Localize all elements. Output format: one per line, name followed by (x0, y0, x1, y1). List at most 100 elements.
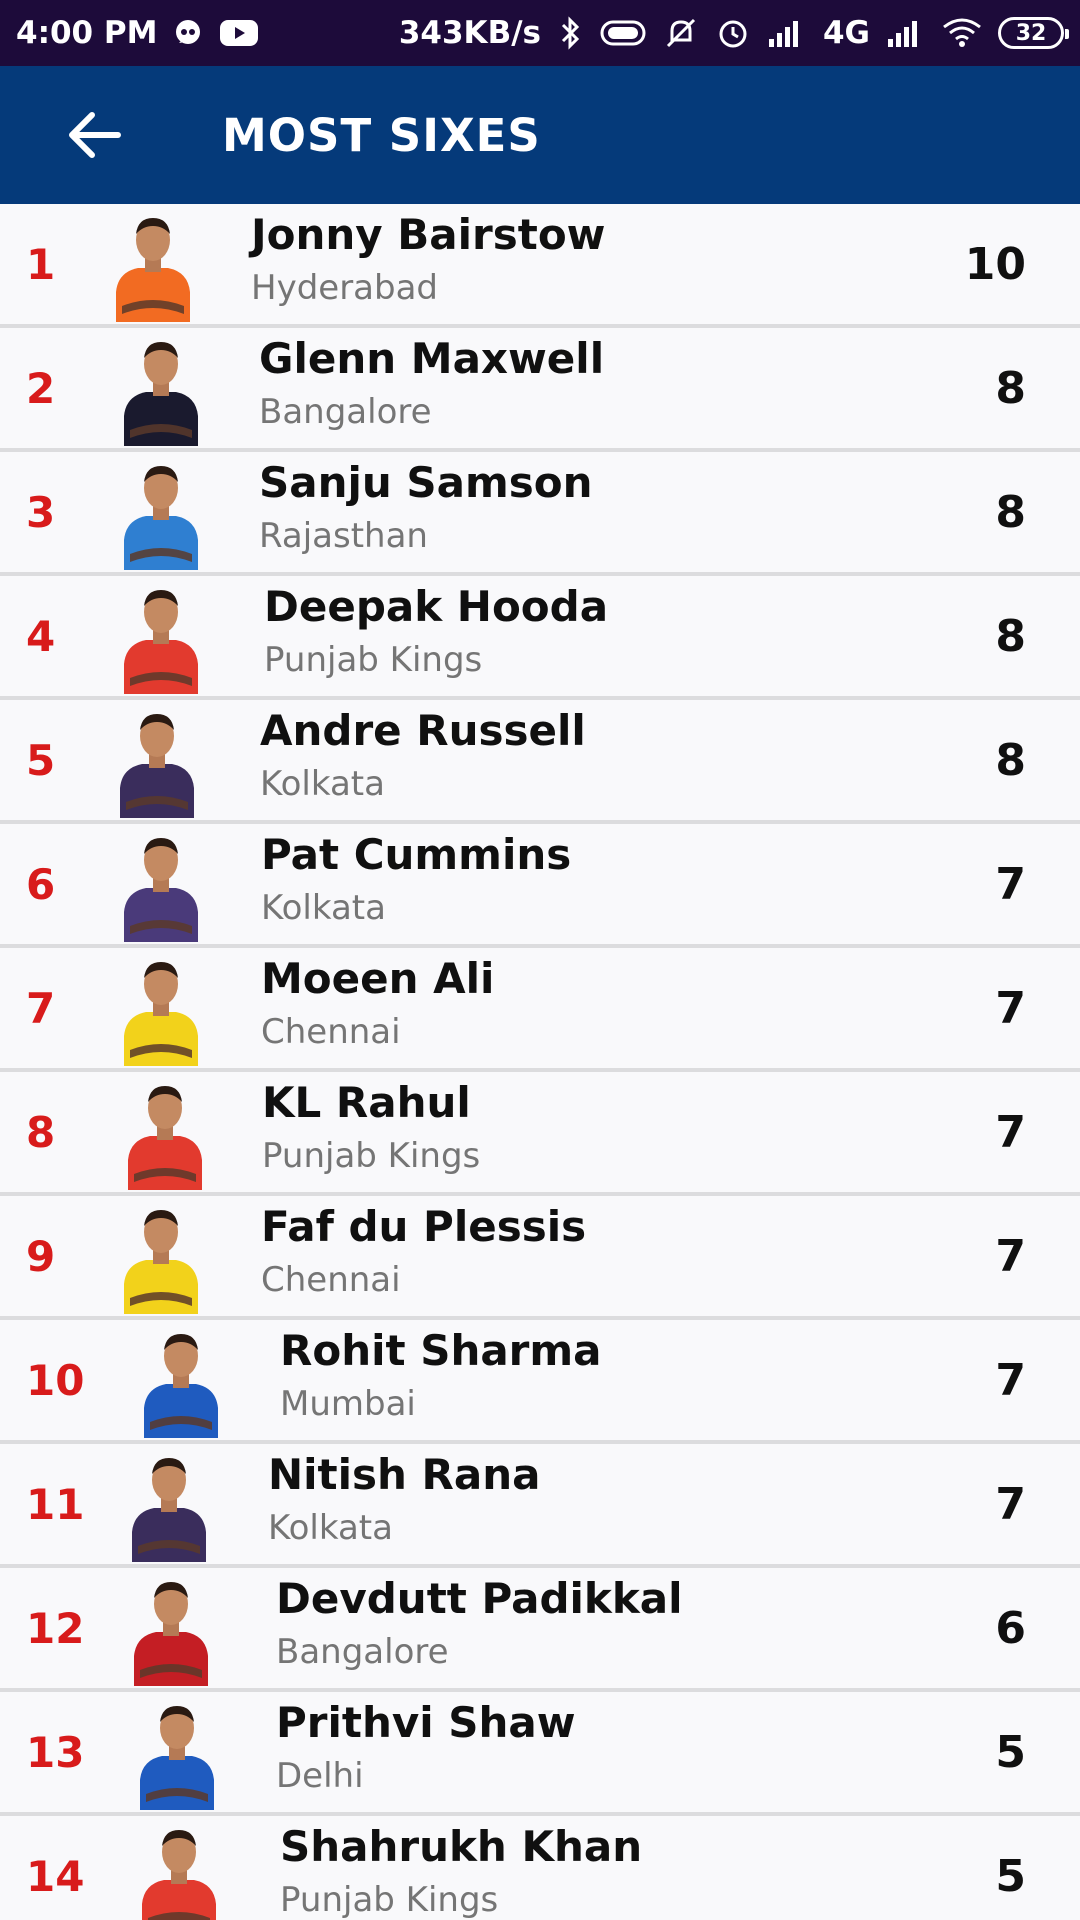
player-avatar (116, 582, 206, 694)
player-team: Bangalore (259, 392, 432, 432)
page-title: MOST SIXES (222, 108, 541, 162)
player-rank: 12 (26, 1603, 85, 1653)
player-row[interactable]: 13 Prithvi Shaw Delhi 5 (0, 1692, 1080, 1816)
signal-icon (767, 13, 807, 53)
back-button[interactable] (58, 99, 130, 171)
player-row[interactable]: 12 Devdutt Padikkal Bangalore 6 (0, 1568, 1080, 1692)
player-team: Punjab Kings (262, 1136, 481, 1176)
player-team: Delhi (276, 1756, 364, 1796)
player-avatar (112, 706, 202, 818)
sixes-count: 5 (995, 1726, 1026, 1778)
sixes-count: 5 (995, 1850, 1026, 1902)
player-row[interactable]: 9 Faf du Plessis Chennai 7 (0, 1196, 1080, 1320)
player-row[interactable]: 1 Jonny Bairstow Hyderabad 10 (0, 204, 1080, 328)
arrow-left-icon (69, 112, 121, 158)
chat-icon (171, 13, 205, 53)
app-bar: MOST SIXES (0, 66, 1080, 204)
player-name: KL Rahul (262, 1078, 471, 1127)
player-avatar (132, 1698, 222, 1810)
player-name: Sanju Samson (259, 458, 593, 507)
player-rank: 5 (26, 735, 56, 785)
player-team: Kolkata (261, 888, 386, 928)
player-row[interactable]: 10 Rohit Sharma Mumbai 7 (0, 1320, 1080, 1444)
player-name: Nitish Rana (268, 1450, 541, 1499)
player-name: Prithvi Shaw (276, 1698, 576, 1747)
player-rank: 8 (26, 1107, 56, 1157)
vibrate-icon (599, 13, 647, 53)
battery-icon: 32 (998, 17, 1069, 49)
player-row[interactable]: 14 Shahrukh Khan Punjab Kings 5 (0, 1816, 1080, 1920)
sixes-count: 10 (964, 238, 1026, 290)
player-avatar (134, 1822, 224, 1920)
player-name: Shahrukh Khan (280, 1822, 643, 1871)
player-team: Chennai (261, 1012, 401, 1052)
player-rank: 4 (26, 611, 56, 661)
player-row[interactable]: 8 KL Rahul Punjab Kings 7 (0, 1072, 1080, 1196)
status-bar: 4:00 PM 343KB/s 4G 32 (0, 0, 1080, 66)
player-avatar (116, 334, 206, 446)
player-rank: 10 (26, 1355, 85, 1405)
bluetooth-icon (557, 13, 583, 53)
player-avatar (124, 1450, 214, 1562)
player-row[interactable]: 5 Andre Russell Kolkata 8 (0, 700, 1080, 824)
player-rank: 1 (26, 239, 56, 289)
sixes-count: 7 (995, 1106, 1026, 1158)
player-rank: 7 (26, 983, 56, 1033)
player-row[interactable]: 7 Moeen Ali Chennai 7 (0, 948, 1080, 1072)
youtube-icon (219, 13, 259, 53)
player-row[interactable]: 3 Sanju Samson Rajasthan 8 (0, 452, 1080, 576)
player-avatar (116, 458, 206, 570)
sixes-count: 7 (995, 982, 1026, 1034)
player-avatar (116, 954, 206, 1066)
signal-icon-2 (886, 13, 926, 53)
player-name: Deepak Hooda (264, 582, 609, 631)
player-team: Chennai (261, 1260, 401, 1300)
sixes-count: 7 (995, 1354, 1026, 1406)
sixes-count: 7 (995, 858, 1026, 910)
player-rank: 9 (26, 1231, 56, 1281)
player-team: Mumbai (280, 1384, 416, 1424)
network-type: 4G (822, 15, 870, 51)
player-team: Rajasthan (259, 516, 428, 556)
alarm-icon (715, 13, 751, 53)
player-name: Glenn Maxwell (259, 334, 605, 383)
player-rank: 13 (26, 1727, 85, 1777)
player-team: Bangalore (276, 1632, 449, 1672)
player-name: Devdutt Padikkal (276, 1574, 683, 1623)
player-rank: 14 (26, 1851, 85, 1901)
sixes-count: 8 (995, 610, 1026, 662)
sixes-count: 8 (995, 734, 1026, 786)
player-name: Faf du Plessis (261, 1202, 587, 1251)
sixes-count: 7 (995, 1478, 1026, 1530)
player-team: Punjab Kings (280, 1880, 499, 1920)
player-avatar (136, 1326, 226, 1438)
player-avatar (126, 1574, 216, 1686)
clock: 4:00 PM (16, 15, 158, 51)
player-rank: 3 (26, 487, 56, 537)
player-avatar (108, 210, 198, 322)
sixes-count: 7 (995, 1230, 1026, 1282)
player-team: Kolkata (260, 764, 385, 804)
player-row[interactable]: 11 Nitish Rana Kolkata 7 (0, 1444, 1080, 1568)
player-name: Moeen Ali (261, 954, 495, 1003)
player-rank: 2 (26, 363, 56, 413)
player-row[interactable]: 2 Glenn Maxwell Bangalore 8 (0, 328, 1080, 452)
player-rank: 11 (26, 1479, 85, 1529)
wifi-icon (942, 13, 982, 53)
player-avatar (116, 830, 206, 942)
player-avatar (116, 1202, 206, 1314)
network-speed: 343KB/s (398, 15, 541, 51)
player-row[interactable]: 4 Deepak Hooda Punjab Kings 8 (0, 576, 1080, 700)
player-avatar (120, 1078, 210, 1190)
player-team: Kolkata (268, 1508, 393, 1548)
sixes-count: 6 (995, 1602, 1026, 1654)
player-list: 1 Jonny Bairstow Hyderabad 10 2 Glenn Maxwell… (0, 204, 1080, 1920)
mute-icon (663, 13, 699, 53)
player-row[interactable]: 6 Pat Cummins Kolkata 7 (0, 824, 1080, 948)
player-name: Pat Cummins (261, 830, 572, 879)
sixes-count: 8 (995, 362, 1026, 414)
player-name: Andre Russell (260, 706, 586, 755)
player-name: Jonny Bairstow (251, 210, 606, 259)
player-rank: 6 (26, 859, 56, 909)
sixes-count: 8 (995, 486, 1026, 538)
